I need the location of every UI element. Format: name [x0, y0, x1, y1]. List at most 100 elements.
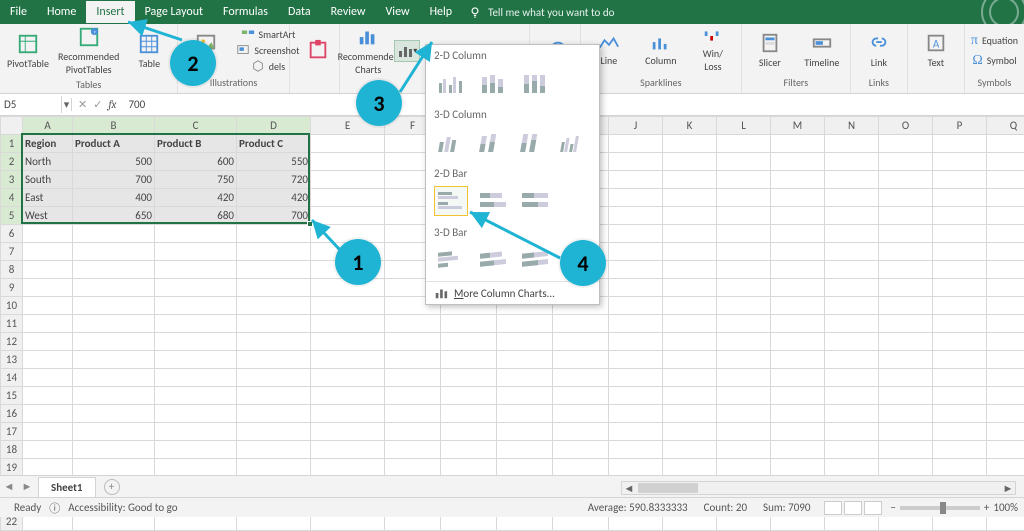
cell-A9[interactable]: [23, 279, 73, 297]
cell-B5[interactable]: 650: [73, 207, 155, 225]
name-box-dropdown[interactable]: ▾: [62, 98, 72, 111]
cell-K18[interactable]: [663, 441, 717, 459]
cell-A17[interactable]: [23, 423, 73, 441]
cell-K10[interactable]: [663, 297, 717, 315]
cell-J18[interactable]: [609, 441, 663, 459]
cell-M12[interactable]: [771, 333, 825, 351]
row-header-16[interactable]: 16: [1, 405, 23, 423]
cell-E10[interactable]: [311, 297, 385, 315]
cell-F18[interactable]: [385, 441, 441, 459]
cell-M5[interactable]: [771, 207, 825, 225]
cell-D4[interactable]: 420: [237, 189, 311, 207]
cell-E14[interactable]: [311, 369, 385, 387]
cell-N6[interactable]: [825, 225, 879, 243]
cell-A10[interactable]: [23, 297, 73, 315]
cell-Q7[interactable]: [987, 243, 1024, 261]
cell-G18[interactable]: [441, 441, 497, 459]
cell-E13[interactable]: [311, 351, 385, 369]
cell-J12[interactable]: [609, 333, 663, 351]
cell-A2[interactable]: North: [23, 153, 73, 171]
cell-O2[interactable]: [879, 153, 933, 171]
row-header-18[interactable]: 18: [1, 441, 23, 459]
cell-C8[interactable]: [155, 261, 237, 279]
cell-D6[interactable]: [237, 225, 311, 243]
cell-G11[interactable]: [441, 315, 497, 333]
cell-K19[interactable]: [663, 459, 717, 477]
cell-L3[interactable]: [717, 171, 771, 189]
cell-N8[interactable]: [825, 261, 879, 279]
cell-O14[interactable]: [879, 369, 933, 387]
cell-P7[interactable]: [933, 243, 987, 261]
cell-C12[interactable]: [155, 333, 237, 351]
cell-K17[interactable]: [663, 423, 717, 441]
cell-K4[interactable]: [663, 189, 717, 207]
cell-K1[interactable]: [663, 135, 717, 153]
cell-M15[interactable]: [771, 387, 825, 405]
cell-H13[interactable]: [497, 351, 553, 369]
cell-M6[interactable]: [771, 225, 825, 243]
cell-P16[interactable]: [933, 405, 987, 423]
pivottable-button[interactable]: PivotTable: [6, 33, 50, 70]
cell-L11[interactable]: [717, 315, 771, 333]
cell-M18[interactable]: [771, 441, 825, 459]
cell-G17[interactable]: [441, 423, 497, 441]
col-header-A[interactable]: A: [23, 117, 73, 135]
cell-N18[interactable]: [825, 441, 879, 459]
cell-N5[interactable]: [825, 207, 879, 225]
cell-B9[interactable]: [73, 279, 155, 297]
cell-M8[interactable]: [771, 261, 825, 279]
cell-C18[interactable]: [155, 441, 237, 459]
row-header-12[interactable]: 12: [1, 333, 23, 351]
cell-M7[interactable]: [771, 243, 825, 261]
cell-Q11[interactable]: [987, 315, 1024, 333]
cell-Q9[interactable]: [987, 279, 1024, 297]
cell-N7[interactable]: [825, 243, 879, 261]
cell-J14[interactable]: [609, 369, 663, 387]
cell-D1[interactable]: Product C: [237, 135, 311, 153]
equation-button[interactable]: π Equation: [971, 31, 1018, 49]
cell-B7[interactable]: [73, 243, 155, 261]
cell-A5[interactable]: West: [23, 207, 73, 225]
cell-E1[interactable]: [311, 135, 385, 153]
row-header-7[interactable]: 7: [1, 243, 23, 261]
col-header-C[interactable]: C: [155, 117, 237, 135]
cell-E4[interactable]: [311, 189, 385, 207]
cell-O8[interactable]: [879, 261, 933, 279]
cell-A11[interactable]: [23, 315, 73, 333]
cell-M9[interactable]: [771, 279, 825, 297]
cell-E5[interactable]: [311, 207, 385, 225]
cell-J15[interactable]: [609, 387, 663, 405]
col-header-M[interactable]: M: [771, 117, 825, 135]
cell-O15[interactable]: [879, 387, 933, 405]
zoom-out-icon[interactable]: −: [890, 501, 895, 514]
view-page-break[interactable]: [864, 501, 882, 515]
cell-L10[interactable]: [717, 297, 771, 315]
cell-F16[interactable]: [385, 405, 441, 423]
cell-A18[interactable]: [23, 441, 73, 459]
cell-I16[interactable]: [553, 405, 609, 423]
tab-review[interactable]: Review: [321, 1, 376, 23]
cell-A19[interactable]: [23, 459, 73, 477]
zoom-in-icon[interactable]: +: [984, 501, 989, 514]
cell-D7[interactable]: [237, 243, 311, 261]
cell-L5[interactable]: [717, 207, 771, 225]
cell-P3[interactable]: [933, 171, 987, 189]
cell-K14[interactable]: [663, 369, 717, 387]
cell-P2[interactable]: [933, 153, 987, 171]
view-page-layout[interactable]: [844, 501, 862, 515]
cell-D15[interactable]: [237, 387, 311, 405]
scroll-left-icon[interactable]: ◄: [622, 482, 636, 495]
cell-E3[interactable]: [311, 171, 385, 189]
cell-E2[interactable]: [311, 153, 385, 171]
cell-M14[interactable]: [771, 369, 825, 387]
tab-view[interactable]: View: [376, 1, 420, 23]
name-box[interactable]: D5: [0, 96, 62, 113]
cell-I11[interactable]: [553, 315, 609, 333]
cell-B6[interactable]: [73, 225, 155, 243]
cell-Q2[interactable]: [987, 153, 1024, 171]
cell-Q18[interactable]: [987, 441, 1024, 459]
cell-Q15[interactable]: [987, 387, 1024, 405]
cell-D10[interactable]: [237, 297, 311, 315]
chart-3d-stacked-bar[interactable]: [476, 245, 510, 275]
cell-B17[interactable]: [73, 423, 155, 441]
